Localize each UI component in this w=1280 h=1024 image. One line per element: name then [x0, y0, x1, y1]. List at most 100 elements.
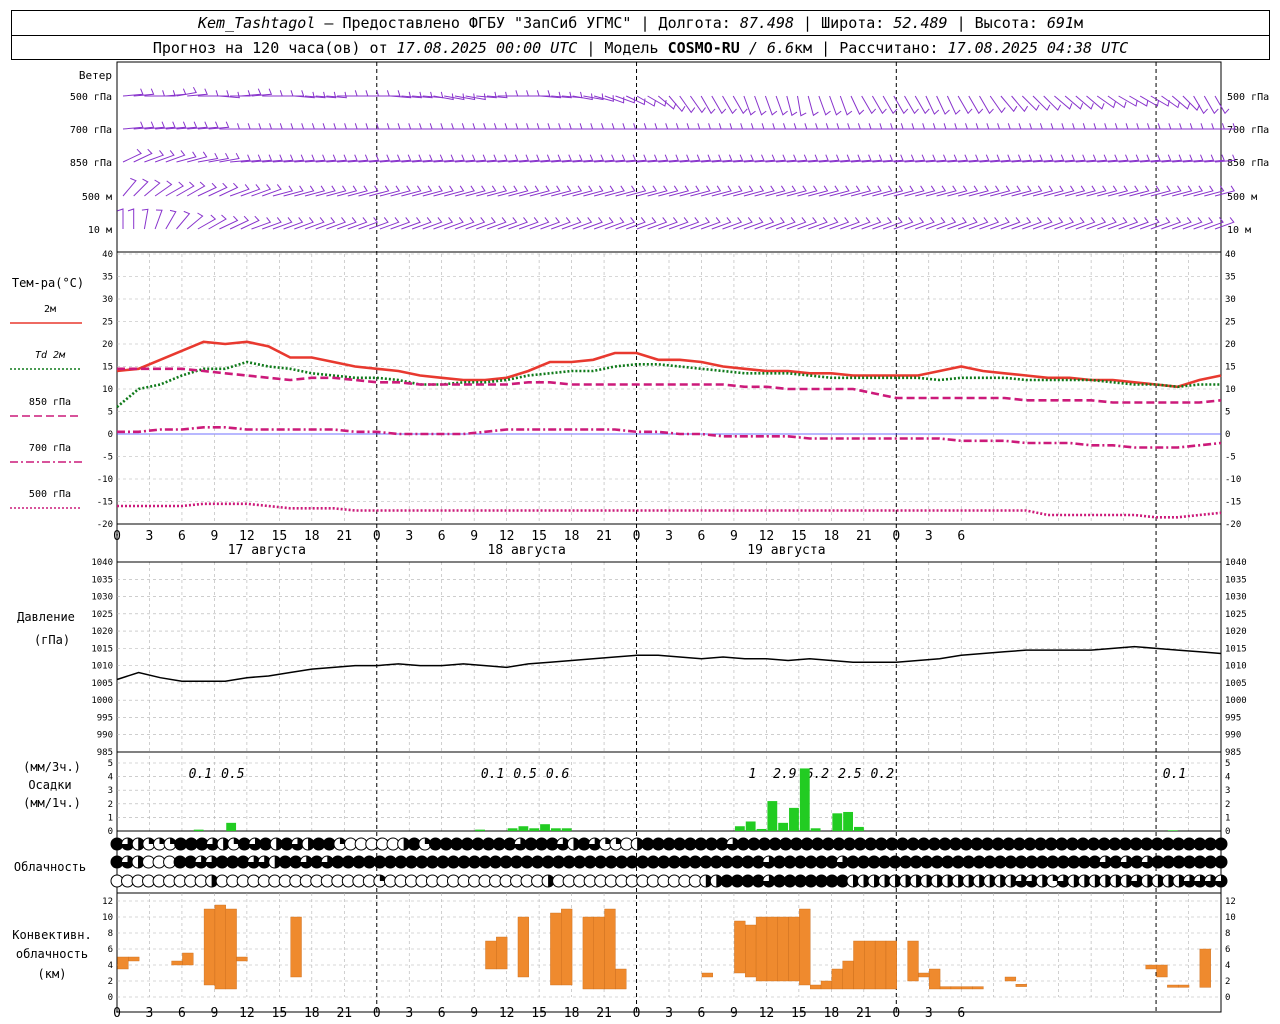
temp-ytick: 30: [102, 295, 113, 305]
conv-bar: [755, 916, 768, 982]
wind-barb: [1054, 123, 1076, 130]
cloud-cover-symbol: [1214, 837, 1228, 851]
wind-barb: [294, 123, 315, 130]
wind-barb: [583, 123, 605, 130]
precip-bar: [778, 822, 789, 831]
conv-ytick: 8: [108, 929, 113, 939]
wind-barb: [872, 123, 894, 130]
wind-level-label-right: 10 м: [1227, 225, 1251, 236]
wind-barb: [936, 123, 958, 130]
wind-barb: [1097, 123, 1118, 130]
bottom-xtick: 12: [239, 1006, 255, 1021]
wind-title: Ветер: [79, 69, 112, 82]
wind-barb: [519, 123, 540, 130]
wind-barb: [958, 123, 979, 130]
conv-bar: [1156, 964, 1168, 978]
wind-barb: [925, 95, 940, 115]
precip-bar: [756, 828, 767, 831]
wind-barb: [1150, 95, 1170, 107]
precip-bar: [1167, 830, 1178, 831]
temp-xtick: 12: [759, 529, 775, 544]
temp-ytick-right: 30: [1225, 295, 1236, 305]
conv-ytick-right: 10: [1225, 913, 1236, 923]
temp-ytick: 0: [108, 430, 113, 440]
conv-bar: [820, 980, 833, 990]
conv-bar: [1178, 984, 1190, 988]
pressure-ylabel: (гПа): [34, 633, 70, 647]
wind-barb: [283, 123, 305, 130]
wind-barb: [186, 212, 204, 230]
temp-xtick: 15: [272, 529, 288, 544]
temp-xtick: 9: [730, 529, 738, 544]
temp-ytick: 40: [102, 250, 113, 260]
wind-barb: [904, 123, 926, 130]
bottom-xtick: 0: [113, 1006, 121, 1021]
wind-barb: [240, 88, 262, 97]
temp-xtick: 6: [698, 529, 706, 544]
conv-bar: [1004, 976, 1017, 982]
wind-barb: [1043, 95, 1062, 111]
wind-barb: [572, 123, 594, 130]
precip-3h-total: 2.5: [838, 767, 862, 782]
precip-ytick: 0: [108, 827, 113, 837]
wind-barb: [127, 208, 135, 229]
precip-ytick-right: 2: [1225, 800, 1230, 810]
temp-ytick: -5: [102, 453, 113, 463]
wind-barb: [851, 123, 872, 130]
wind-barb: [1129, 123, 1151, 130]
precip-bar: [854, 826, 864, 831]
temp-legend-label: 700 гПа: [29, 443, 71, 454]
bottom-xtick: 6: [178, 1006, 186, 1021]
temp-legend-label: 500 гПа: [29, 489, 71, 500]
temp-xtick: 21: [596, 529, 612, 544]
conv-bar: [734, 920, 746, 974]
pressure-ytick-right: 990: [1225, 731, 1241, 741]
wind-barb: [465, 123, 487, 130]
day-label: 17 августа: [228, 543, 306, 558]
wind-barb: [454, 123, 476, 130]
temp-xtick: 15: [791, 529, 807, 544]
wind-barb: [883, 123, 904, 130]
wind-barb: [187, 88, 208, 97]
conv-ytick: 12: [102, 897, 113, 907]
wind-barb: [604, 123, 626, 130]
wind-barb: [519, 90, 540, 97]
pressure-ytick-right: 1000: [1225, 696, 1247, 706]
wind-level-label: 700 гПа: [70, 125, 112, 136]
bottom-xtick: 6: [438, 1006, 446, 1021]
conv-bar: [182, 952, 194, 966]
precip-ytick: 3: [108, 786, 113, 796]
temp-ytick-right: -5: [1225, 453, 1236, 463]
wind-barb: [240, 123, 262, 130]
wind-barb: [412, 123, 433, 130]
wind-level-label: 10 м: [88, 225, 112, 236]
bottom-xtick: 0: [373, 1006, 381, 1021]
wind-level-label-right: 500 м: [1227, 192, 1257, 203]
conv-ytick-right: 8: [1225, 929, 1230, 939]
wind-barb: [776, 123, 797, 130]
wind-barb: [369, 90, 390, 97]
precip-title: Осадки: [28, 778, 71, 792]
temp-xtick: 3: [405, 529, 413, 544]
bottom-xtick: 6: [698, 1006, 706, 1021]
pressure-ytick-right: 985: [1225, 748, 1241, 758]
wind-barb: [379, 123, 401, 130]
wind-barb: [561, 123, 583, 130]
temp-xtick: 0: [633, 529, 641, 544]
bottom-xtick: 3: [405, 1006, 413, 1021]
precip-bar: [529, 828, 540, 831]
meteogram: Ветер 500 гПа 500 гПа 700 гПа 700 гПа 850 гПа…: [10, 61, 1269, 1021]
wind-barb: [1021, 95, 1040, 111]
wind-barb: [818, 95, 831, 116]
wind-barb: [230, 154, 251, 163]
temp-ytick-right: -20: [1225, 520, 1241, 530]
wind-barb: [1118, 123, 1140, 130]
wind-barb: [946, 95, 961, 115]
pressure-ytick: 990: [97, 731, 113, 741]
wind-barb: [1107, 123, 1129, 130]
wind-barb: [358, 90, 380, 97]
precip-3h-total: 0.5: [221, 767, 245, 782]
wind-barb: [390, 123, 412, 130]
conv-bar: [615, 968, 627, 990]
temp-ytick-right: 0: [1225, 430, 1230, 440]
